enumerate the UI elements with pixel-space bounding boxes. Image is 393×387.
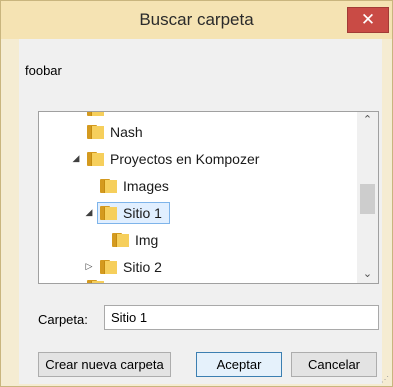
tree-item-label: Nash — [110, 124, 143, 140]
tree-scrollbar[interactable]: ⌃ ⌄ — [357, 112, 378, 283]
collapse-arrow-icon[interactable]: ◢ — [71, 153, 81, 164]
tree-item-nash[interactable]: Nash — [39, 121, 355, 143]
folder-icon — [87, 152, 104, 166]
scroll-up-icon[interactable]: ⌃ — [357, 112, 378, 129]
new-folder-button[interactable]: Crear nueva carpeta — [38, 352, 171, 377]
tree-item-sitio-2[interactable]: ▷ Sitio 2 — [39, 256, 355, 278]
folder-field-label: Carpeta: — [38, 312, 88, 327]
folder-browser-dialog: Buscar carpeta ✕ foobar Nash ◢ Proyectos… — [0, 0, 393, 387]
folder-icon — [87, 125, 104, 139]
folder-icon — [100, 206, 117, 220]
window-title: Buscar carpeta — [139, 10, 254, 29]
folder-icon — [100, 179, 117, 193]
resize-grip-icon[interactable]: ⋰ — [381, 375, 391, 385]
folder-icon — [87, 280, 104, 283]
tree-item-proyectos-en-kompozer[interactable]: ◢ Proyectos en Kompozer — [39, 148, 355, 170]
accept-button[interactable]: Aceptar — [196, 352, 282, 377]
tree-item-label: Img — [135, 232, 159, 248]
cancel-button[interactable]: Cancelar — [291, 352, 377, 377]
expand-arrow-icon[interactable]: ▷ — [84, 261, 94, 272]
tree-item-sitio-1[interactable]: ◢ Sitio 1 — [39, 202, 355, 224]
tree-item-label: Sitio 2 — [123, 259, 162, 275]
tree-item-label: Images — [123, 178, 169, 194]
folder-tree[interactable]: Nash ◢ Proyectos en Kompozer Images ◢ Si… — [38, 111, 379, 284]
tree-item-img[interactable]: Img — [39, 229, 355, 251]
tree-item-images[interactable]: Images — [39, 175, 355, 197]
close-icon: ✕ — [360, 10, 376, 29]
folder-name-input[interactable] — [104, 305, 379, 330]
folder-icon — [87, 112, 104, 116]
scroll-down-icon[interactable]: ⌄ — [357, 266, 378, 283]
tree-item-label: Proyectos en Kompozer — [110, 151, 260, 167]
close-button[interactable]: ✕ — [347, 7, 389, 33]
folder-icon — [100, 260, 117, 274]
dialog-description: foobar — [25, 63, 62, 78]
tree-item-label: Sitio 1 — [123, 205, 162, 221]
folder-icon — [112, 233, 129, 247]
collapse-arrow-icon[interactable]: ◢ — [84, 207, 94, 218]
scroll-thumb[interactable] — [360, 184, 375, 214]
title-bar[interactable]: Buscar carpeta ✕ — [1, 1, 392, 39]
